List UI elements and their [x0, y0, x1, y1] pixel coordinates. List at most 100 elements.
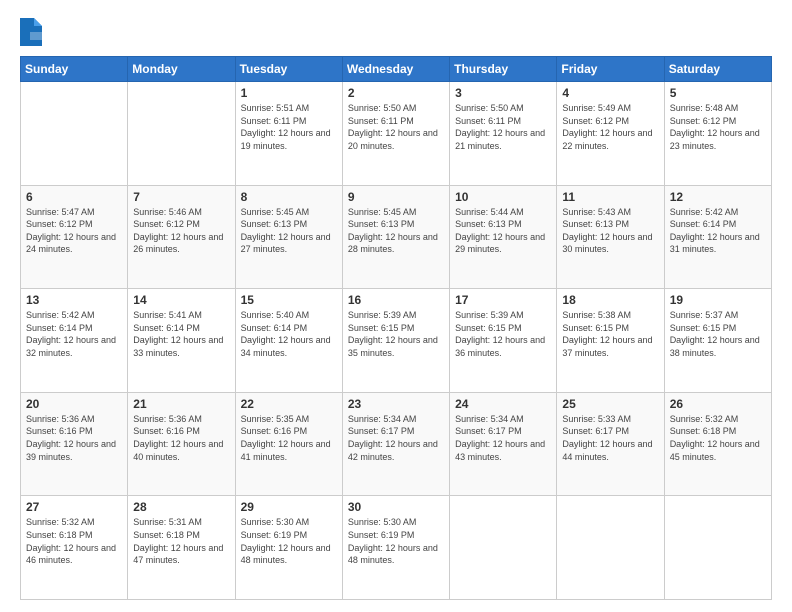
- calendar-cell: 19 Sunrise: 5:37 AM Sunset: 6:15 PM Dayli…: [664, 289, 771, 393]
- calendar-cell: 28 Sunrise: 5:31 AM Sunset: 6:18 PM Dayli…: [128, 496, 235, 600]
- calendar-header-tuesday: Tuesday: [235, 57, 342, 82]
- calendar-cell: 8 Sunrise: 5:45 AM Sunset: 6:13 PM Daylig…: [235, 185, 342, 289]
- day-number: 3: [455, 86, 551, 100]
- calendar-cell: [450, 496, 557, 600]
- day-number: 21: [133, 397, 229, 411]
- calendar-cell: 24 Sunrise: 5:34 AM Sunset: 6:17 PM Dayli…: [450, 392, 557, 496]
- day-info: Sunrise: 5:37 AM Sunset: 6:15 PM Dayligh…: [670, 309, 766, 359]
- calendar-cell: 18Sunrise: 5:38 AM Sunset: 6:15 PM Dayli…: [557, 289, 664, 393]
- day-info: Sunrise: 5:39 AM Sunset: 6:15 PM Dayligh…: [455, 309, 551, 359]
- day-info: Sunrise: 5:31 AM Sunset: 6:18 PM Dayligh…: [133, 516, 229, 566]
- day-number: 27: [26, 500, 122, 514]
- calendar-week-row: 27 Sunrise: 5:32 AM Sunset: 6:18 PM Dayli…: [21, 496, 772, 600]
- day-number: 15: [241, 293, 337, 307]
- day-number: 29: [241, 500, 337, 514]
- day-number: 2: [348, 86, 444, 100]
- day-info: Sunrise: 5:30 AM Sunset: 6:19 PM Dayligh…: [348, 516, 444, 566]
- header: [20, 18, 772, 46]
- calendar-cell: 14 Sunrise: 5:41 AM Sunset: 6:14 PM Dayli…: [128, 289, 235, 393]
- calendar-cell: 2 Sunrise: 5:50 AM Sunset: 6:11 PM Daylig…: [342, 82, 449, 186]
- day-number: 28: [133, 500, 229, 514]
- day-info: Sunrise: 5:33 AM Sunset: 6:17 PM Dayligh…: [562, 413, 658, 463]
- calendar-header-monday: Monday: [128, 57, 235, 82]
- day-number: 1: [241, 86, 337, 100]
- calendar-cell: 27 Sunrise: 5:32 AM Sunset: 6:18 PM Dayli…: [21, 496, 128, 600]
- logo-icon: [20, 18, 42, 46]
- calendar-cell: 30 Sunrise: 5:30 AM Sunset: 6:19 PM Dayli…: [342, 496, 449, 600]
- calendar-cell: 29 Sunrise: 5:30 AM Sunset: 6:19 PM Dayli…: [235, 496, 342, 600]
- calendar-header-row: SundayMondayTuesdayWednesdayThursdayFrid…: [21, 57, 772, 82]
- day-number: 11: [562, 190, 658, 204]
- logo: [20, 18, 46, 46]
- day-info: Sunrise: 5:45 AM Sunset: 6:13 PM Dayligh…: [241, 206, 337, 256]
- day-info: Sunrise: 5:36 AM Sunset: 6:16 PM Dayligh…: [26, 413, 122, 463]
- calendar-header-saturday: Saturday: [664, 57, 771, 82]
- day-number: 17: [455, 293, 551, 307]
- day-number: 19: [670, 293, 766, 307]
- day-number: 23: [348, 397, 444, 411]
- calendar-cell: 25 Sunrise: 5:33 AM Sunset: 6:17 PM Dayli…: [557, 392, 664, 496]
- calendar-week-row: 6 Sunrise: 5:47 AM Sunset: 6:12 PM Daylig…: [21, 185, 772, 289]
- day-number: 4: [562, 86, 658, 100]
- calendar-cell: 11 Sunrise: 5:43 AM Sunset: 6:13 PM Dayli…: [557, 185, 664, 289]
- day-number: 24: [455, 397, 551, 411]
- day-number: 14: [133, 293, 229, 307]
- day-info: Sunrise: 5:50 AM Sunset: 6:11 PM Dayligh…: [455, 102, 551, 152]
- calendar-header-wednesday: Wednesday: [342, 57, 449, 82]
- calendar-cell: 12Sunrise: 5:42 AM Sunset: 6:14 PM Dayli…: [664, 185, 771, 289]
- day-number: 22: [241, 397, 337, 411]
- calendar-cell: 16 Sunrise: 5:39 AM Sunset: 6:15 PM Dayli…: [342, 289, 449, 393]
- calendar-cell: 4Sunrise: 5:49 AM Sunset: 6:12 PM Daylig…: [557, 82, 664, 186]
- calendar-cell: [21, 82, 128, 186]
- day-info: Sunrise: 5:42 AM Sunset: 6:14 PM Dayligh…: [670, 206, 766, 256]
- calendar-week-row: 1 Sunrise: 5:51 AM Sunset: 6:11 PM Daylig…: [21, 82, 772, 186]
- calendar-cell: 21 Sunrise: 5:36 AM Sunset: 6:16 PM Dayli…: [128, 392, 235, 496]
- day-info: Sunrise: 5:41 AM Sunset: 6:14 PM Dayligh…: [133, 309, 229, 359]
- day-info: Sunrise: 5:45 AM Sunset: 6:13 PM Dayligh…: [348, 206, 444, 256]
- calendar-cell: [557, 496, 664, 600]
- day-number: 10: [455, 190, 551, 204]
- day-info: Sunrise: 5:35 AM Sunset: 6:16 PM Dayligh…: [241, 413, 337, 463]
- day-number: 16: [348, 293, 444, 307]
- calendar-week-row: 20 Sunrise: 5:36 AM Sunset: 6:16 PM Dayli…: [21, 392, 772, 496]
- calendar-header-sunday: Sunday: [21, 57, 128, 82]
- calendar-cell: 13Sunrise: 5:42 AM Sunset: 6:14 PM Dayli…: [21, 289, 128, 393]
- calendar-cell: 15Sunrise: 5:40 AM Sunset: 6:14 PM Dayli…: [235, 289, 342, 393]
- day-number: 5: [670, 86, 766, 100]
- day-info: Sunrise: 5:43 AM Sunset: 6:13 PM Dayligh…: [562, 206, 658, 256]
- calendar-cell: 6 Sunrise: 5:47 AM Sunset: 6:12 PM Daylig…: [21, 185, 128, 289]
- day-number: 6: [26, 190, 122, 204]
- calendar-header-thursday: Thursday: [450, 57, 557, 82]
- calendar-header-friday: Friday: [557, 57, 664, 82]
- calendar-cell: 1 Sunrise: 5:51 AM Sunset: 6:11 PM Daylig…: [235, 82, 342, 186]
- day-info: Sunrise: 5:51 AM Sunset: 6:11 PM Dayligh…: [241, 102, 337, 152]
- day-info: Sunrise: 5:50 AM Sunset: 6:11 PM Dayligh…: [348, 102, 444, 152]
- day-info: Sunrise: 5:39 AM Sunset: 6:15 PM Dayligh…: [348, 309, 444, 359]
- page: SundayMondayTuesdayWednesdayThursdayFrid…: [0, 0, 792, 612]
- calendar-cell: 3 Sunrise: 5:50 AM Sunset: 6:11 PM Daylig…: [450, 82, 557, 186]
- day-info: Sunrise: 5:34 AM Sunset: 6:17 PM Dayligh…: [455, 413, 551, 463]
- calendar-cell: 17 Sunrise: 5:39 AM Sunset: 6:15 PM Dayli…: [450, 289, 557, 393]
- day-number: 8: [241, 190, 337, 204]
- calendar-cell: 7Sunrise: 5:46 AM Sunset: 6:12 PM Daylig…: [128, 185, 235, 289]
- day-info: Sunrise: 5:36 AM Sunset: 6:16 PM Dayligh…: [133, 413, 229, 463]
- day-info: Sunrise: 5:30 AM Sunset: 6:19 PM Dayligh…: [241, 516, 337, 566]
- calendar-cell: [664, 496, 771, 600]
- day-number: 25: [562, 397, 658, 411]
- calendar-cell: 26 Sunrise: 5:32 AM Sunset: 6:18 PM Dayli…: [664, 392, 771, 496]
- calendar-cell: 22 Sunrise: 5:35 AM Sunset: 6:16 PM Dayli…: [235, 392, 342, 496]
- calendar-cell: 20 Sunrise: 5:36 AM Sunset: 6:16 PM Dayli…: [21, 392, 128, 496]
- day-info: Sunrise: 5:32 AM Sunset: 6:18 PM Dayligh…: [26, 516, 122, 566]
- day-info: Sunrise: 5:46 AM Sunset: 6:12 PM Dayligh…: [133, 206, 229, 256]
- day-info: Sunrise: 5:32 AM Sunset: 6:18 PM Dayligh…: [670, 413, 766, 463]
- calendar-week-row: 13Sunrise: 5:42 AM Sunset: 6:14 PM Dayli…: [21, 289, 772, 393]
- day-number: 9: [348, 190, 444, 204]
- day-number: 20: [26, 397, 122, 411]
- calendar-cell: 5 Sunrise: 5:48 AM Sunset: 6:12 PM Daylig…: [664, 82, 771, 186]
- day-number: 30: [348, 500, 444, 514]
- day-number: 26: [670, 397, 766, 411]
- day-number: 13: [26, 293, 122, 307]
- day-info: Sunrise: 5:47 AM Sunset: 6:12 PM Dayligh…: [26, 206, 122, 256]
- calendar-cell: [128, 82, 235, 186]
- day-info: Sunrise: 5:48 AM Sunset: 6:12 PM Dayligh…: [670, 102, 766, 152]
